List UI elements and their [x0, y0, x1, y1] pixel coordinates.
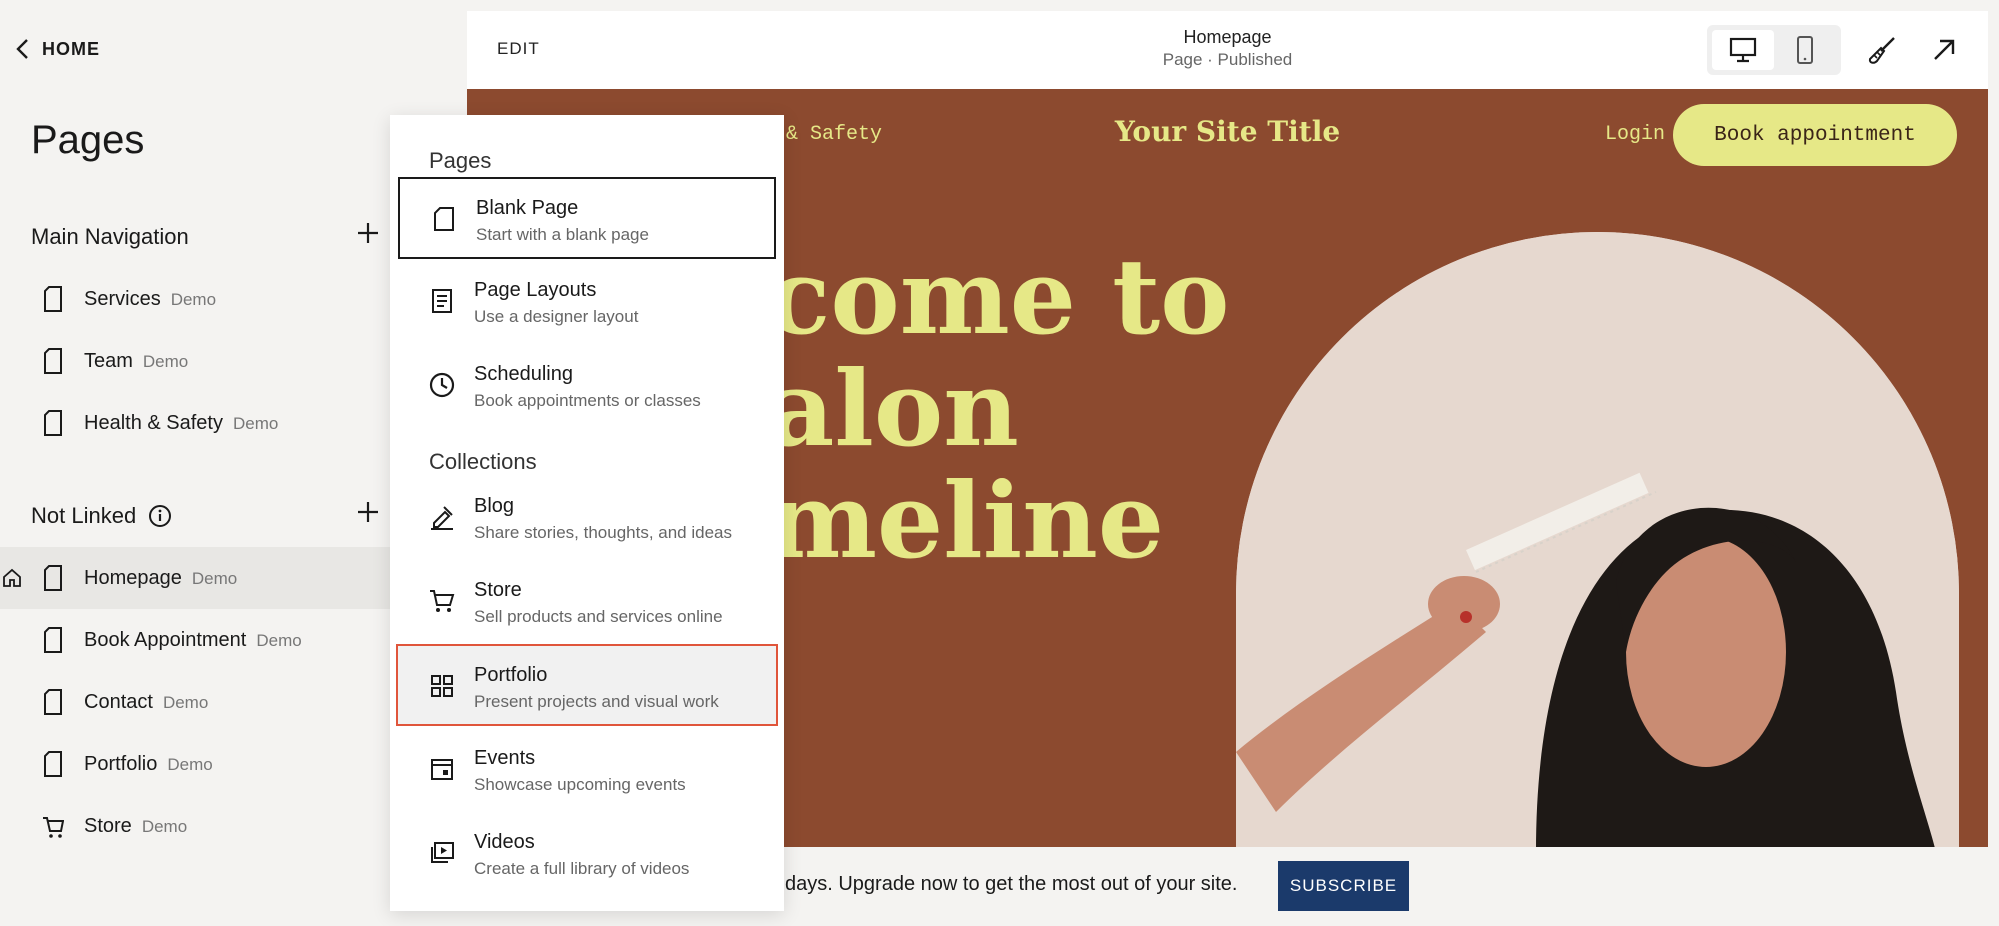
demo-badge: Demo: [256, 631, 302, 650]
page-icon: [44, 751, 62, 777]
open-external-icon[interactable]: [1929, 35, 1959, 65]
page-icon: [434, 207, 454, 231]
cart-icon: [430, 590, 455, 612]
menu-item-name: Store: [474, 579, 522, 601]
device-toggle: [1707, 25, 1841, 75]
menu-item-blank-page[interactable]: Blank Page Start with a blank page: [398, 177, 776, 259]
demo-badge: Demo: [191, 569, 238, 588]
hero-image: [1236, 232, 1959, 852]
layout-icon: [432, 289, 452, 313]
sidebar-item-contact[interactable]: Contact Demo: [0, 671, 390, 733]
demo-badge: Demo: [141, 817, 188, 836]
menu-item-store[interactable]: Store Sell products and services online: [398, 561, 776, 643]
demo-badge: Demo: [232, 414, 279, 433]
add-not-linked-page-icon[interactable]: [355, 499, 381, 525]
sidebar-item-label: Team Demo: [84, 350, 189, 372]
desktop-view-button[interactable]: [1712, 30, 1774, 70]
hero-heading-line-2: alon: [767, 347, 1019, 470]
menu-item-events[interactable]: Events Showcase upcoming events: [398, 729, 776, 811]
demo-badge: Demo: [170, 290, 217, 309]
menu-item-description: Showcase upcoming events: [474, 775, 686, 794]
cart-icon: [43, 817, 64, 838]
grid-icon: [431, 675, 453, 697]
hero-heading-line-3: meline: [767, 459, 1165, 582]
demo-badge: Demo: [162, 693, 209, 712]
menu-section-pages: Pages: [429, 148, 492, 173]
menu-item-page-layouts[interactable]: Page Layouts Use a designer layout: [398, 261, 776, 343]
pen-icon: [431, 506, 453, 530]
menu-item-name: Page Layouts: [474, 279, 597, 301]
hero-heading-line-1: come to: [767, 235, 1230, 358]
add-page-menu: Pages Blank Page Start with a blank page…: [390, 115, 784, 911]
home-icon: [3, 568, 21, 587]
page-icon: [44, 348, 62, 374]
upgrade-banner-text: days. Upgrade now to get the most out of…: [785, 873, 1238, 895]
subscribe-button[interactable]: SUBSCRIBE: [1278, 861, 1409, 911]
menu-item-blog[interactable]: Blog Share stories, thoughts, and ideas: [398, 477, 776, 559]
menu-item-description: Present projects and visual work: [474, 692, 719, 711]
sidebar-item-label: Store Demo: [84, 815, 188, 837]
sidebar-item-label: Contact Demo: [84, 691, 209, 713]
paintbrush-icon[interactable]: [1867, 35, 1897, 65]
video-icon: [431, 842, 454, 863]
sidebar-item-health-safety[interactable]: Health & Safety Demo: [0, 392, 390, 454]
sidebar-item-book-appointment[interactable]: Book Appointment Demo: [0, 609, 390, 671]
mobile-view-button[interactable]: [1774, 30, 1836, 70]
menu-item-portfolio[interactable]: Portfolio Present projects and visual wo…: [396, 644, 778, 726]
sidebar-item-services[interactable]: Services Demo: [0, 268, 390, 330]
sidebar-item-team[interactable]: Team Demo: [0, 330, 390, 392]
book-appointment-button[interactable]: Book appointment: [1673, 104, 1957, 166]
clock-icon: [429, 372, 455, 398]
menu-item-description: Sell products and services online: [474, 607, 723, 626]
page-icon: [44, 410, 62, 436]
menu-item-name: Events: [474, 747, 536, 769]
page-title: Pages: [31, 118, 145, 162]
main-navigation-label: Main Navigation: [31, 224, 189, 249]
sidebar-item-homepage[interactable]: Homepage Demo: [0, 547, 390, 609]
sidebar-item-label: Services Demo: [84, 288, 217, 310]
desktop-icon: [1729, 37, 1757, 63]
sidebar-item-label: Health & Safety Demo: [84, 412, 279, 434]
page-icon: [44, 565, 62, 591]
menu-item-description: Share stories, thoughts, and ideas: [474, 523, 732, 542]
menu-section-collections: Collections: [429, 449, 537, 474]
menu-item-name: Portfolio: [474, 664, 548, 686]
sidebar-item-label: Homepage Demo: [84, 567, 238, 589]
page-icon: [44, 286, 62, 312]
chevron-left-icon: [16, 39, 28, 59]
add-main-nav-page-icon[interactable]: [355, 220, 381, 246]
menu-item-name: Videos: [474, 831, 535, 853]
mobile-icon: [1797, 36, 1813, 64]
calendar-icon: [431, 759, 453, 780]
sidebar-item-store[interactable]: Store Demo: [0, 795, 390, 857]
menu-item-description: Use a designer layout: [474, 307, 639, 326]
page-icon: [44, 689, 62, 715]
menu-item-name: Scheduling: [474, 363, 573, 385]
menu-item-description: Book appointments or classes: [474, 391, 701, 410]
menu-item-videos[interactable]: Videos Create a full library of videos: [398, 813, 776, 895]
editor-toolbar: EDIT Homepage Page · Published: [467, 11, 1988, 89]
not-linked-label: Not Linked: [31, 503, 137, 528]
menu-item-description: Start with a blank page: [476, 225, 649, 244]
model-with-comb-image: [1236, 232, 1959, 852]
page-icon: [44, 627, 62, 653]
demo-badge: Demo: [167, 755, 213, 774]
sidebar-item-portfolio[interactable]: Portfolio Demo: [0, 733, 390, 795]
info-icon[interactable]: [148, 504, 172, 528]
menu-item-scheduling[interactable]: Scheduling Book appointments or classes: [398, 345, 776, 427]
home-label: HOME: [42, 38, 100, 59]
sidebar-item-label: Book Appointment Demo: [84, 629, 302, 651]
not-linked-header: Not Linked: [31, 502, 381, 529]
main-navigation-header: Main Navigation: [31, 223, 381, 250]
menu-item-name: Blank Page: [476, 197, 579, 219]
demo-badge: Demo: [142, 352, 189, 371]
home-link[interactable]: HOME: [14, 38, 100, 60]
menu-item-description: Create a full library of videos: [474, 859, 690, 878]
menu-item-name: Blog: [474, 495, 515, 517]
sidebar-item-label: Portfolio Demo: [84, 753, 213, 775]
site-login-link[interactable]: Login: [1605, 123, 1665, 146]
